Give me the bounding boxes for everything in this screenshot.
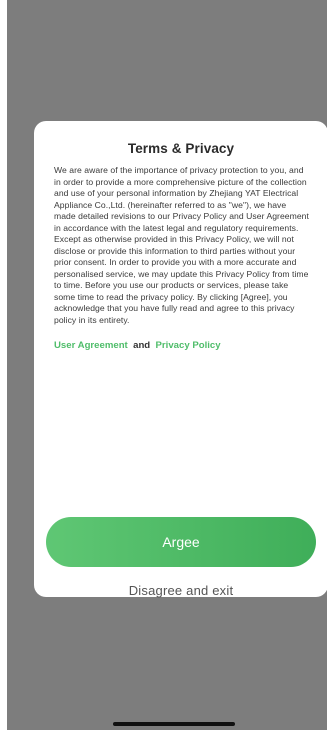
terms-body-text: We are aware of the importance of privac… — [54, 165, 309, 325]
dialog-title: Terms & Privacy — [127, 141, 235, 156]
user-agreement-link[interactable]: User Agreement — [54, 340, 128, 351]
policy-links-row: User Agreement and Privacy Policy — [50, 340, 312, 351]
disagree-exit-button[interactable]: Disagree and exit — [34, 583, 328, 598]
home-indicator[interactable] — [113, 722, 235, 726]
privacy-policy-link[interactable]: Privacy Policy — [156, 340, 221, 351]
links-conjunction: and — [130, 340, 152, 351]
screen-overlay: Terms & Privacy We are aware of the impo… — [7, 0, 328, 730]
links-conjunction-text: and — [133, 340, 151, 351]
agree-button[interactable]: Argee — [46, 517, 316, 567]
terms-privacy-dialog: Terms & Privacy We are aware of the impo… — [34, 121, 328, 598]
